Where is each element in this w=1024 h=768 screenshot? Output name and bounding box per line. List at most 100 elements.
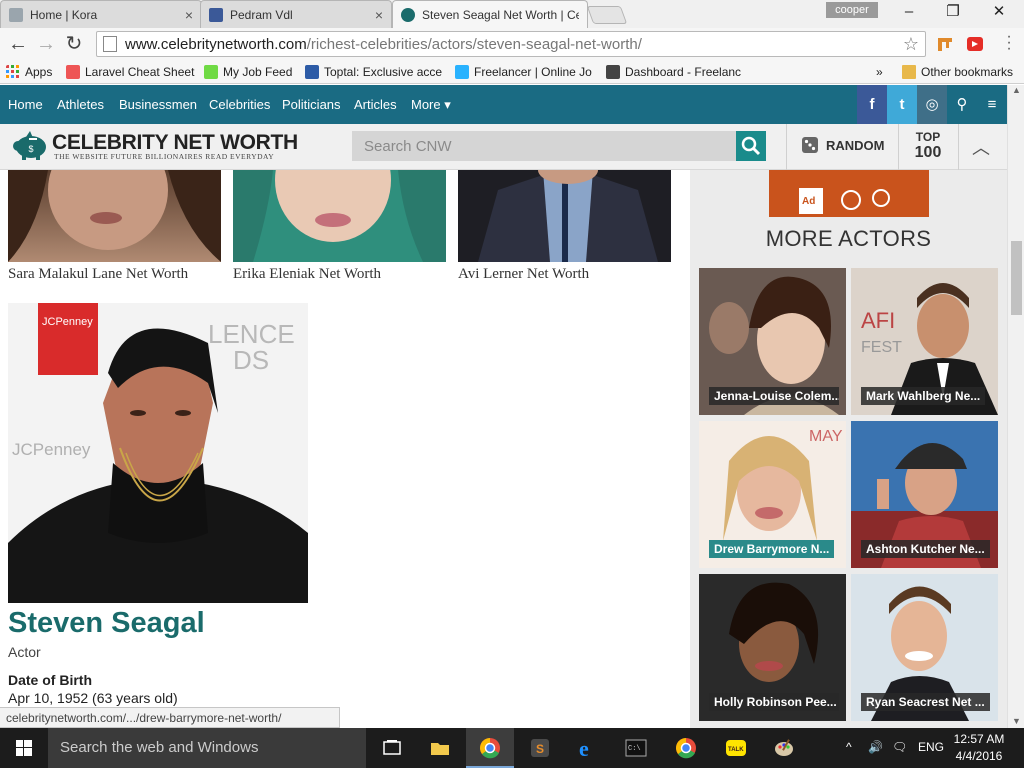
twitter-icon[interactable]: t [887, 85, 917, 124]
actor-card[interactable]: MAY Drew Barrymore N... [699, 421, 846, 568]
extension-icon[interactable] [936, 35, 954, 53]
bookmark-star-icon[interactable]: ☆ [903, 34, 919, 55]
paint-icon[interactable] [760, 728, 808, 768]
dob-label: Date of Birth [8, 672, 92, 688]
maximize-button[interactable]: ❐ [936, 2, 970, 22]
facebook-icon[interactable]: f [857, 85, 887, 124]
profile-photo: JCPenney LENCE DS JCPenney [8, 303, 308, 603]
page-scrollbar[interactable]: ▲ ▼ [1007, 85, 1024, 728]
link-status-bubble: celebritynetworth.com/.../drew-barrymore… [0, 707, 340, 728]
browser-tab-kora[interactable]: Home | Kora × [0, 0, 202, 28]
location-pin-icon[interactable]: ⚲ [947, 85, 977, 124]
tray-overflow-chevron-icon[interactable]: ^ [846, 740, 852, 754]
reload-button[interactable]: ↻ [62, 32, 86, 56]
related-link[interactable]: Erika Eleniak Net Worth [233, 266, 381, 283]
file-explorer-icon[interactable] [416, 728, 464, 768]
tab-title: Home | Kora [30, 7, 98, 22]
chrome-menu-icon[interactable]: · · · [1000, 29, 1018, 57]
bookmark-freelancer[interactable]: Freelancer | Online Jo [455, 63, 595, 81]
profile-button[interactable]: cooper [826, 2, 878, 18]
actor-card[interactable]: Ashton Kutcher Ne... [851, 421, 998, 568]
sublime-text-icon[interactable]: S [516, 728, 564, 768]
dashboard-icon [606, 65, 620, 79]
random-button[interactable]: RANDOM [802, 137, 885, 153]
windows-start-button[interactable] [0, 728, 48, 768]
taskbar-clock[interactable]: 12:57 AM 4/4/2016 [952, 731, 1006, 765]
browser-tab-facebook[interactable]: Pedram Vdl × [200, 0, 392, 28]
svg-text:$: $ [28, 144, 33, 154]
chrome-icon[interactable] [466, 728, 514, 768]
windows-search-box[interactable]: Search the web and Windows [48, 728, 366, 768]
forward-button[interactable]: → [34, 32, 58, 56]
svg-text:TALK: TALK [728, 747, 744, 753]
top-number: 100 [914, 144, 942, 161]
nav-celebrities[interactable]: Celebrities [209, 97, 270, 112]
nav-more[interactable]: More ▾ [411, 97, 451, 113]
notifications-icon[interactable]: 🗨 [892, 740, 907, 754]
nav-businessmen[interactable]: Businessmen [119, 97, 197, 112]
top-label: TOP [915, 130, 941, 144]
nav-home[interactable]: Home [8, 97, 43, 112]
related-photo-sara-malakul-lane[interactable] [8, 170, 221, 262]
scroll-up-icon[interactable]: ▲ [1012, 85, 1021, 95]
scroll-down-icon[interactable]: ▼ [1012, 716, 1021, 726]
bookmark-label: Toptal: Exclusive acce [324, 65, 443, 79]
actor-card[interactable]: AFI FEST Mark Wahlberg Ne... [851, 268, 998, 415]
related-photo-erika-eleniak[interactable] [233, 170, 446, 262]
bookmark-label: Other bookmarks [921, 65, 1014, 79]
windows-taskbar: Search the web and Windows S e C:\ TALK … [0, 728, 1024, 768]
bookmark-dashboard[interactable]: Dashboard - Freelanc [606, 63, 742, 81]
piggy-bank-logo-icon[interactable]: $ [12, 129, 48, 161]
laravel-icon [66, 65, 80, 79]
site-header: $ CELEBRITY NET WORTH THE WEBSITE FUTURE… [0, 124, 1007, 170]
new-tab-button[interactable] [586, 6, 628, 24]
bookmark-toptal[interactable]: Toptal: Exclusive acce [305, 63, 445, 81]
actor-caption: Jenna-Louise Colem... [709, 387, 839, 405]
minimize-button[interactable]: – [892, 2, 926, 22]
instagram-icon[interactable]: ◎ [917, 85, 947, 124]
bookmark-job-feed[interactable]: My Job Feed [204, 63, 298, 81]
toptal-icon [305, 65, 319, 79]
close-tab-icon[interactable]: × [185, 7, 193, 23]
browser-tab-active[interactable]: Steven Seagal Net Worth | Celebrity Net … [392, 0, 588, 28]
close-tab-icon[interactable]: × [375, 7, 383, 23]
address-bar[interactable]: www.celebritynetworth.com/richest-celebr… [96, 31, 926, 57]
related-link[interactable]: Sara Malakul Lane Net Worth [8, 266, 188, 283]
scroll-thumb[interactable] [1011, 241, 1022, 315]
more-actors-title: MORE ACTORS [765, 226, 932, 251]
nav-articles[interactable]: Articles [354, 97, 397, 112]
folder-icon [902, 65, 916, 79]
chrome-icon[interactable] [662, 728, 710, 768]
kakaotalk-icon[interactable]: TALK [712, 728, 760, 768]
command-prompt-icon[interactable]: C:\ [612, 728, 660, 768]
hamburger-menu-icon[interactable]: ≡ [977, 85, 1007, 124]
bookmarks-overflow-button[interactable]: » [876, 63, 890, 81]
back-button[interactable]: ← [6, 32, 30, 56]
chevron-up-icon[interactable]: ︿ [964, 134, 998, 160]
youtube-extension-icon[interactable] [966, 35, 984, 53]
task-view-icon[interactable] [368, 728, 416, 768]
actor-card[interactable]: Ryan Seacrest Net ... [851, 574, 998, 721]
nav-athletes[interactable]: Athletes [57, 97, 104, 112]
bookmark-apps[interactable]: Apps [6, 63, 58, 81]
nav-politicians[interactable]: Politicians [282, 97, 341, 112]
divider [958, 124, 959, 170]
close-window-button[interactable]: ✕ [982, 2, 1016, 22]
bookmark-laravel[interactable]: Laravel Cheat Sheet [66, 63, 196, 81]
actor-card[interactable]: Jenna-Louise Colem... [699, 268, 846, 415]
volume-icon[interactable]: 🔊 [868, 740, 883, 754]
related-photo-avi-lerner[interactable] [458, 170, 671, 262]
ad-banner[interactable]: Ad [769, 170, 929, 217]
actor-card[interactable]: Holly Robinson Pee... [699, 574, 846, 721]
language-indicator[interactable]: ENG [918, 740, 944, 754]
internet-explorer-icon[interactable]: e [564, 728, 612, 768]
related-link[interactable]: Avi Lerner Net Worth [458, 266, 589, 283]
top-100-button[interactable]: TOP 100 [906, 130, 950, 162]
svg-text:FEST: FEST [861, 339, 902, 356]
dice-icon [802, 137, 818, 153]
search-input[interactable] [352, 131, 736, 161]
other-bookmarks[interactable]: Other bookmarks [902, 63, 1022, 81]
actor-caption: Mark Wahlberg Ne... [861, 387, 986, 405]
main-content: Sara Malakul Lane Net Worth Erika Elenia… [0, 170, 690, 728]
search-button[interactable] [736, 131, 766, 161]
